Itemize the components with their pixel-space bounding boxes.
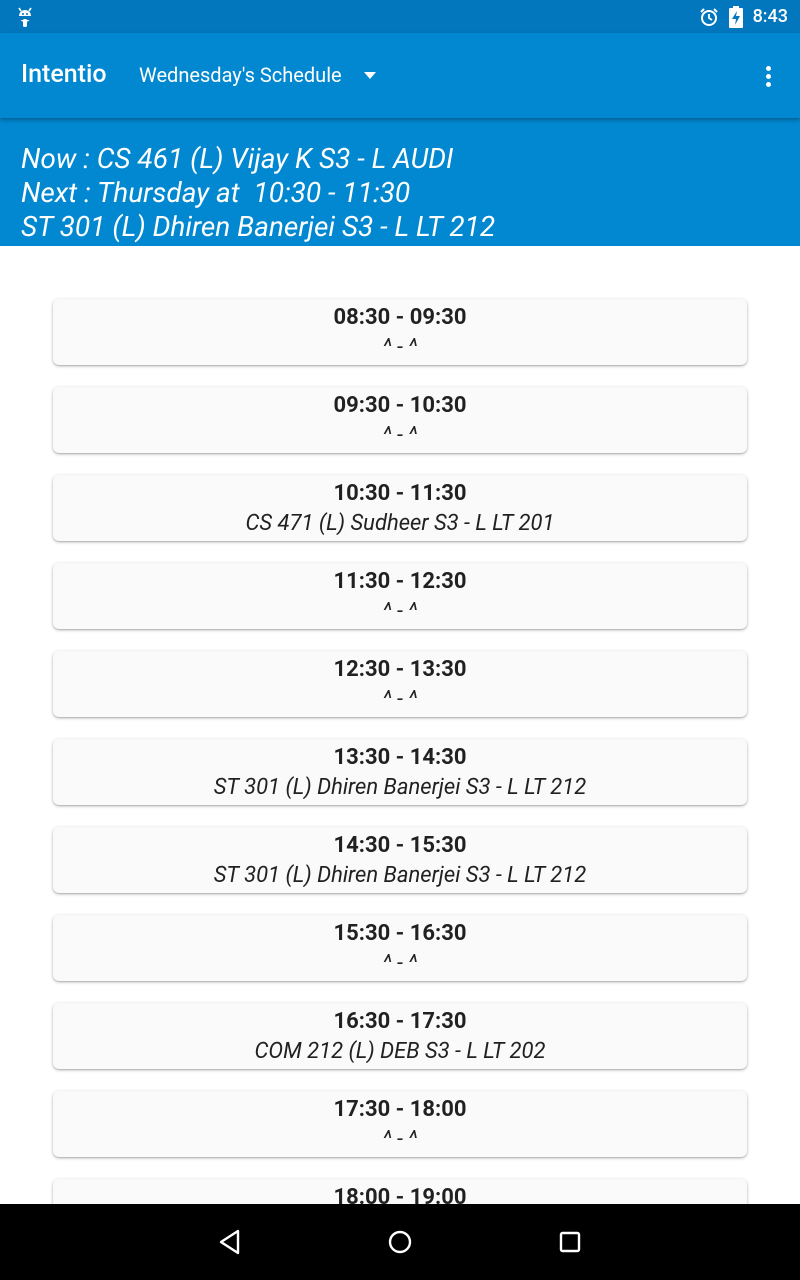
slot-time: 16:30 - 17:30 [333,1009,467,1034]
slot-time: 14:30 - 15:30 [333,833,467,858]
schedule-slot[interactable]: 11:30 - 12:30 ^ - ^ [53,563,747,629]
android-debug-icon [18,7,32,27]
slot-subject: ST 301 (L) Dhiren Banerjei S3 - L LT 212 [213,863,587,888]
slot-time: 10:30 - 11:30 [333,481,467,506]
schedule-slot[interactable]: 08:30 - 09:30 ^ - ^ [53,299,747,365]
schedule-slot[interactable]: 16:30 - 17:30 COM 212 (L) DEB S3 - L LT … [53,1003,747,1069]
slot-time: 15:30 - 16:30 [333,921,467,946]
next-line: Next : Thursday at 10:30 - 11:30 [21,176,411,209]
slot-time: 17:30 - 18:00 [333,1097,467,1122]
navigation-bar [0,1204,800,1280]
schedule-list[interactable]: 08:30 - 09:30 ^ - ^ 09:30 - 10:30 ^ - ^ … [0,246,800,1204]
schedule-slot[interactable]: 15:30 - 16:30 ^ - ^ [53,915,747,981]
app-title: Intentio [21,60,107,89]
slot-time: 12:30 - 13:30 [333,657,467,682]
slot-time: 11:30 - 12:30 [333,569,467,594]
slot-time: 18:00 - 19:00 [333,1185,467,1204]
schedule-slot[interactable]: 14:30 - 15:30 ST 301 (L) Dhiren Banerjei… [53,827,747,893]
current-class-banner: Now : CS 461 (L) Vijay K S3 - L AUDI Nex… [0,118,800,246]
more-vert-icon[interactable] [752,60,784,92]
spinner-label: Wednesday's Schedule [139,63,342,87]
slot-time: 09:30 - 10:30 [333,393,467,418]
schedule-slot[interactable]: 09:30 - 10:30 ^ - ^ [53,387,747,453]
back-icon[interactable] [210,1222,250,1262]
slot-time: 08:30 - 09:30 [333,305,467,330]
slot-time: 13:30 - 14:30 [333,745,467,770]
home-icon[interactable] [380,1222,420,1262]
app-bar: Intentio Wednesday's Schedule [0,33,800,118]
schedule-slot[interactable]: 10:30 - 11:30 CS 471 (L) Sudheer S3 - L … [53,475,747,541]
status-bar: 8:43 [0,0,800,33]
slot-subject: COM 212 (L) DEB S3 - L LT 202 [254,1039,546,1064]
dropdown-arrow-icon [363,71,376,79]
slot-subject: ^ - ^ [382,423,418,448]
schedule-slot[interactable]: 18:00 - 19:00 [53,1179,747,1204]
status-time: 8:43 [752,6,788,27]
alarm-icon [699,7,718,26]
slot-subject: ^ - ^ [382,951,418,976]
schedule-slot[interactable]: 13:30 - 14:30 ST 301 (L) Dhiren Banerjei… [53,739,747,805]
slot-subject: ST 301 (L) Dhiren Banerjei S3 - L LT 212 [213,775,587,800]
slot-subject: ^ - ^ [382,687,418,712]
slot-subject: ^ - ^ [382,335,418,360]
battery-charging-icon [728,5,743,28]
slot-subject: ^ - ^ [382,1127,418,1152]
slot-subject: ^ - ^ [382,599,418,624]
slot-subject: CS 471 (L) Sudheer S3 - L LT 201 [245,511,555,536]
now-line: Now : CS 461 (L) Vijay K S3 - L AUDI [21,142,454,175]
schedule-slot[interactable]: 17:30 - 18:00 ^ - ^ [53,1091,747,1157]
next-class-line: ST 301 (L) Dhiren Banerjei S3 - L LT 212 [21,210,496,243]
schedule-slot[interactable]: 12:30 - 13:30 ^ - ^ [53,651,747,717]
day-schedule-spinner[interactable]: Wednesday's Schedule [139,63,376,87]
recents-icon[interactable] [550,1222,590,1262]
